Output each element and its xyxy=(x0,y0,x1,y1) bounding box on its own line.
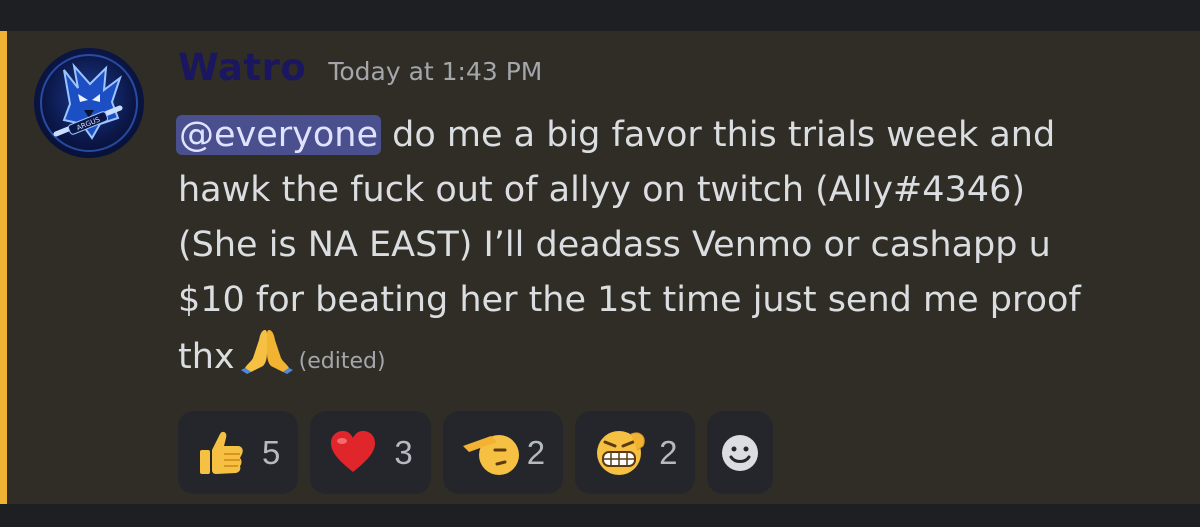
user-avatar[interactable]: ARGUS xyxy=(34,48,144,158)
message-header: Watro Today at 1:43 PM xyxy=(178,46,542,90)
folded-hands-icon xyxy=(240,328,293,391)
reaction-grimacing-face[interactable]: 2 xyxy=(575,411,696,494)
wolf-logo-icon: ARGUS xyxy=(40,54,138,152)
smiley-add-reaction-icon xyxy=(715,428,765,478)
message-line-text: do me a big favor this trials week and xyxy=(381,115,1056,155)
reaction-red-heart[interactable]: 3 xyxy=(310,411,431,494)
reaction-count: 2 xyxy=(526,433,546,471)
reaction-count: 5 xyxy=(262,433,281,471)
reaction-count: 3 xyxy=(394,433,413,471)
red-heart-icon xyxy=(328,428,378,478)
reaction-thumbs-up[interactable]: 5 xyxy=(178,411,299,494)
message-line: thx (edited) xyxy=(178,328,1168,383)
edited-label: (edited) xyxy=(298,349,386,374)
thumbs-up-icon xyxy=(196,428,246,478)
message-line-text: thx xyxy=(178,337,235,377)
reaction-count: 2 xyxy=(659,433,678,471)
author-username[interactable]: Watro xyxy=(178,46,306,89)
reactions-bar: 5 3 2 2 xyxy=(178,411,785,494)
message-line: @everyone do me a big favor this trials … xyxy=(176,108,1168,163)
message-content: @everyone do me a big favor this trials … xyxy=(176,108,1168,383)
everyone-mention[interactable]: @everyone xyxy=(176,115,382,155)
bottom-divider xyxy=(0,504,1200,527)
saluting-face-icon xyxy=(461,428,519,478)
reaction-saluting-face[interactable]: 2 xyxy=(442,411,564,494)
message-line: hawk the fuck out of allyy on twitch (Al… xyxy=(178,170,1025,210)
add-reaction-button[interactable] xyxy=(707,411,774,494)
mention-highlight-bar xyxy=(0,31,7,504)
message-line: $10 for beating her the 1st time just se… xyxy=(178,280,1081,320)
grimacing-face-icon xyxy=(593,428,645,478)
message-line: (She is NA EAST) I’ll deadass Venmo or c… xyxy=(178,225,1051,265)
message-timestamp[interactable]: Today at 1:43 PM xyxy=(328,57,542,86)
